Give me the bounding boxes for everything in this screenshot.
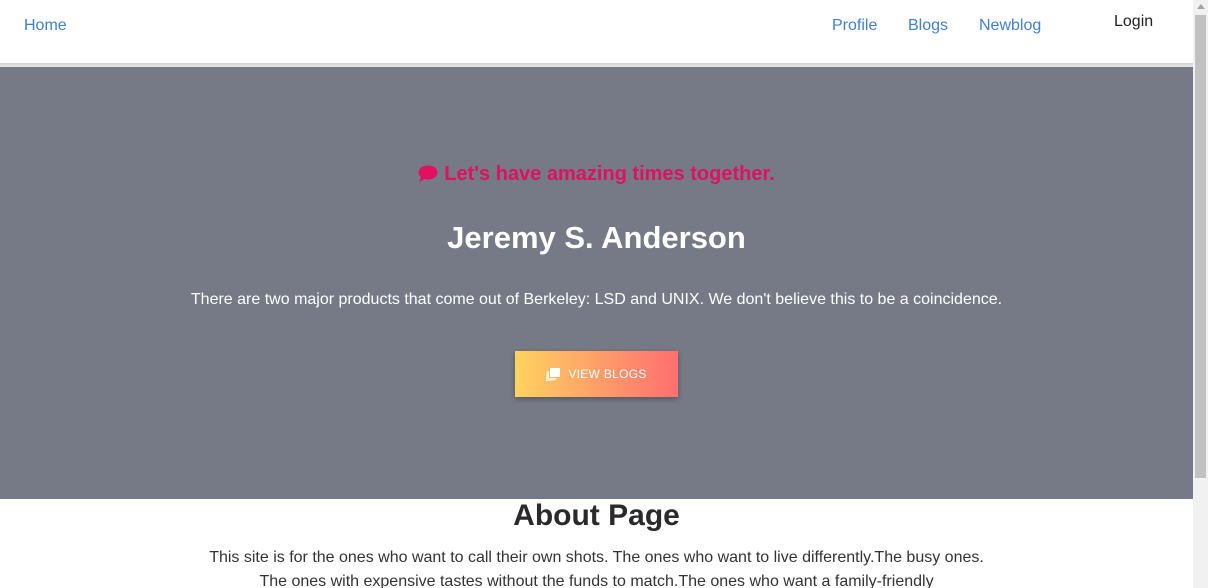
vertical-scrollbar[interactable] [1193, 0, 1208, 588]
about-line: This site is for the ones who want to ca… [209, 549, 984, 566]
view-blogs-label: VIEW BLOGS [568, 367, 647, 381]
top-navbar: Home Profile Blogs Newblog Login [0, 0, 1193, 63]
about-title: About Page [513, 499, 680, 532]
nav-home-link[interactable]: Home [24, 17, 67, 35]
hero-name: Jeremy S. Anderson [447, 220, 746, 255]
page: Home Profile Blogs Newblog Login Let's h… [0, 0, 1208, 588]
scrollbar-thumb[interactable] [1195, 15, 1206, 478]
scroll-up-arrow-icon[interactable] [1197, 4, 1205, 9]
hero-section: Let's have amazing times together. Jerem… [0, 67, 1193, 499]
nav-newblog-link[interactable]: Newblog [979, 17, 1041, 35]
hero-tagline-text: Let's have amazing times together. [444, 163, 775, 185]
about-line: The ones with expensive tastes without t… [259, 573, 934, 588]
about-description: This site is for the ones who want to ca… [0, 546, 1193, 588]
nav-blogs-link[interactable]: Blogs [908, 17, 948, 35]
login-button[interactable]: Login [1114, 13, 1153, 31]
nav-profile-link[interactable]: Profile [832, 17, 877, 35]
comment-icon [418, 165, 438, 182]
hero-tagline: Let's have amazing times together. [0, 163, 1193, 186]
view-blogs-button[interactable]: VIEW BLOGS [515, 351, 678, 397]
hero-quote: There are two major products that come o… [190, 291, 1003, 308]
library-icon [546, 367, 561, 381]
